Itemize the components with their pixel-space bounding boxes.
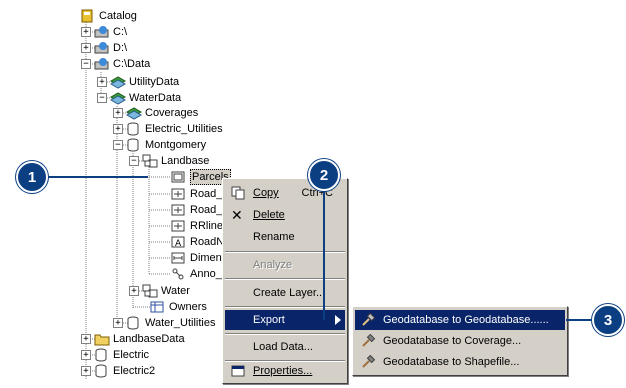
menu-item-rename[interactable]: Rename <box>225 227 345 247</box>
tree-item-landbase[interactable]: − Landbase <box>129 153 209 169</box>
menu-item-gdb-to-coverage[interactable]: Geodatabase to Coverage... <box>355 331 565 351</box>
tree-item-dimens[interactable]: Dimens <box>171 250 227 266</box>
tree-item-electric-utilities[interactable]: + Electric_Utilities <box>113 121 223 137</box>
tree-item-c-drive[interactable]: + C:\ <box>81 24 127 40</box>
collapse-icon[interactable]: − <box>97 93 107 103</box>
annotation-icon: A <box>171 235 187 249</box>
menu-separator <box>225 333 345 335</box>
dimension-icon <box>171 251 187 265</box>
polygon-feature-class-icon <box>171 170 187 184</box>
catalog-icon <box>80 9 96 23</box>
menu-item-properties[interactable]: Properties... <box>225 361 345 381</box>
tool-hammer-icon <box>361 312 376 330</box>
database-icon <box>126 316 142 330</box>
tree-item-waterdata[interactable]: − WaterData <box>97 90 181 106</box>
tree-item-road-2[interactable]: Road_ <box>171 202 222 218</box>
tree-item-electric2[interactable]: + Electric2 <box>81 363 155 379</box>
tree-item-water-utilities[interactable]: + Water_Utilities <box>113 315 216 331</box>
properties-icon <box>231 364 245 381</box>
expand-icon[interactable]: + <box>81 366 91 376</box>
feature-dataset-icon <box>142 284 158 298</box>
tree-item-water[interactable]: + Water <box>129 283 190 299</box>
folder-icon <box>94 332 110 346</box>
collapse-icon[interactable]: − <box>129 156 139 166</box>
expand-icon[interactable]: + <box>129 286 139 296</box>
context-menu: Copy Ctrl+C ✕ Delete Rename Analyze Crea… <box>222 178 348 384</box>
line-feature-class-icon <box>171 187 187 201</box>
menu-item-analyze: Analyze <box>253 259 293 271</box>
tree-item-rrline[interactable]: RRline <box>171 218 223 234</box>
tool-hammer-icon <box>361 333 376 351</box>
tree-item-coverages[interactable]: + Coverages <box>113 105 198 121</box>
tree-item-d-drive[interactable]: + D:\ <box>81 40 127 56</box>
tree-item-c-data[interactable]: − C:\Data <box>81 56 150 72</box>
menu-item-gdb-to-shapefile[interactable]: Geodatabase to Shapefile... <box>355 352 565 372</box>
line-feature-class-icon <box>171 219 187 233</box>
submenu-arrow-icon <box>335 315 341 328</box>
tree-item-roadn[interactable]: A RoadN <box>171 234 224 250</box>
expand-icon[interactable]: + <box>113 318 123 328</box>
tree-item-montgomery[interactable]: − Montgomery <box>113 137 206 153</box>
expand-icon[interactable]: + <box>97 77 107 87</box>
expand-icon[interactable]: + <box>81 27 91 37</box>
tree-item-landbasedata[interactable]: + LandbaseData <box>81 331 185 347</box>
menu-item-gdb-to-gdb[interactable]: Geodatabase to Geodatabase...... <box>355 310 565 330</box>
collapse-icon[interactable]: − <box>113 140 123 150</box>
callout-3: 3 <box>592 304 624 336</box>
coverage-icon <box>109 91 127 105</box>
delete-icon: ✕ <box>231 207 243 223</box>
menu-item-delete[interactable]: ✕ Delete <box>225 205 345 225</box>
tree-item-owners[interactable]: Owners <box>150 299 207 315</box>
callout-2: 2 <box>308 159 340 191</box>
tree-item-road-1[interactable]: Road_ <box>171 186 222 202</box>
database-icon <box>126 122 142 136</box>
collapse-icon[interactable]: − <box>81 59 91 69</box>
table-icon <box>150 300 166 314</box>
expand-icon[interactable]: + <box>113 124 123 134</box>
coverage-icon <box>125 106 143 120</box>
expand-icon[interactable]: + <box>113 108 123 118</box>
feature-dataset-icon <box>142 154 158 168</box>
database-icon <box>94 364 110 378</box>
copy-icon <box>231 186 245 203</box>
menu-item-create-layer[interactable]: Create Layer... <box>225 283 345 303</box>
menu-separator <box>225 251 345 253</box>
coverage-icon <box>109 75 127 89</box>
svg-text:A: A <box>175 239 182 249</box>
expand-icon[interactable]: + <box>81 334 91 344</box>
topology-icon <box>171 267 187 281</box>
expand-icon[interactable]: + <box>81 43 91 53</box>
callout-1: 1 <box>16 161 48 193</box>
tree-item-utilitydata[interactable]: + UtilityData <box>97 74 179 90</box>
menu-separator <box>225 306 345 308</box>
expand-icon[interactable]: + <box>81 350 91 360</box>
tree-item-electric[interactable]: + Electric <box>81 347 149 363</box>
drive-icon <box>94 41 110 55</box>
tree-item-anno[interactable]: Anno_ <box>171 266 222 282</box>
menu-item-export[interactable]: Export <box>225 310 345 330</box>
database-icon <box>94 348 110 362</box>
menu-separator <box>225 278 345 280</box>
export-submenu: Geodatabase to Geodatabase...... Geodata… <box>352 306 568 376</box>
tree-item-catalog[interactable]: Catalog <box>80 8 137 24</box>
folder-connection-icon <box>94 57 110 71</box>
drive-icon <box>94 25 110 39</box>
menu-item-load-data[interactable]: Load Data... <box>225 337 345 357</box>
database-icon <box>126 138 142 152</box>
line-feature-class-icon <box>171 203 187 217</box>
tool-hammer-icon <box>361 354 376 372</box>
